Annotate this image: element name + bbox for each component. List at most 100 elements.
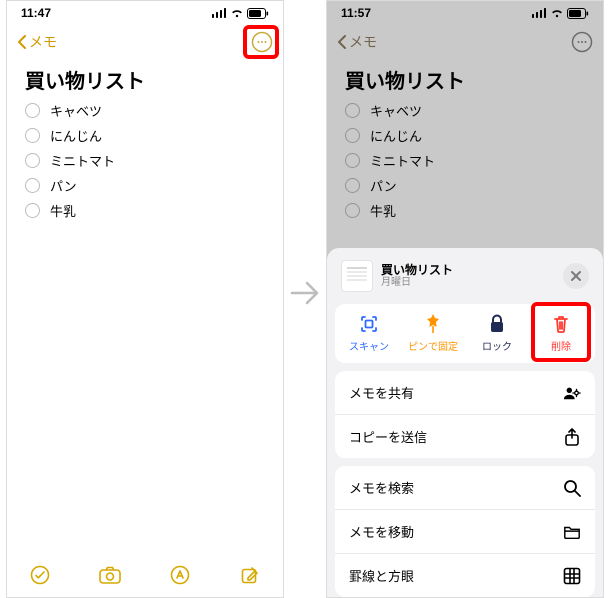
menu-label: メモを移動 [349, 522, 414, 541]
checkbox-empty-icon [345, 178, 360, 193]
note-title: 買い物リスト [7, 59, 283, 98]
scan-icon [359, 314, 379, 334]
phone-after: 11:57 メモ 買い物リスト キャベツ にんじん ミニトマト パン 牛乳 買い… [326, 0, 604, 598]
menu-label: 罫線と方眼 [349, 566, 414, 585]
close-icon [570, 270, 582, 282]
list-item[interactable]: ミニトマト [7, 148, 283, 173]
pin-action[interactable]: ピンで固定 [401, 310, 465, 357]
nav-bar: メモ [7, 25, 283, 59]
sheet-title: 買い物リスト [381, 263, 453, 277]
sheet-header: 買い物リスト 月曜日 [335, 256, 595, 296]
checkbox-empty-icon[interactable] [25, 178, 40, 193]
search-icon [563, 479, 581, 497]
menu-label: コピーを送信 [349, 427, 427, 446]
pin-icon [423, 314, 443, 334]
list-item: ミニトマト [327, 148, 603, 173]
checkbox-empty-icon[interactable] [25, 153, 40, 168]
more-button[interactable] [251, 31, 273, 53]
folder-icon [563, 523, 581, 541]
list-item-label: パン [50, 176, 77, 195]
status-bar: 11:47 [7, 1, 283, 25]
lock-action[interactable]: ロック [465, 310, 529, 357]
back-label: メモ [349, 32, 377, 52]
action-label: 削除 [551, 338, 571, 353]
list-item-label: 牛乳 [370, 201, 396, 220]
list-item-label: キャベツ [370, 101, 422, 120]
action-label: ピンで固定 [408, 338, 458, 353]
checkbox-empty-icon [345, 128, 360, 143]
cellular-icon [212, 8, 227, 18]
person-add-icon [563, 384, 581, 402]
find-in-note-item[interactable]: メモを検索 [335, 466, 595, 509]
list-item-label: にんじん [370, 126, 422, 145]
checkbox-empty-icon [345, 203, 360, 218]
scan-action[interactable]: スキャン [337, 310, 401, 357]
list-item-label: ミニトマト [50, 151, 115, 170]
list-item: パン [327, 173, 603, 198]
battery-icon [247, 8, 269, 19]
checkbox-empty-icon[interactable] [25, 103, 40, 118]
checkbox-empty-icon[interactable] [25, 128, 40, 143]
back-button[interactable]: メモ [17, 32, 57, 52]
list-item: にんじん [327, 123, 603, 148]
note-title: 買い物リスト [327, 59, 603, 98]
status-time: 11:57 [341, 6, 371, 20]
action-sheet: 買い物リスト 月曜日 スキャン ピンで固定 ロック 削除 [327, 248, 603, 597]
more-icon [571, 31, 593, 53]
battery-icon [567, 8, 589, 19]
list-item-label: ミニトマト [370, 151, 435, 170]
delete-action[interactable]: 削除 [529, 310, 593, 357]
status-icons [532, 8, 589, 19]
list-item-label: 牛乳 [50, 201, 76, 220]
note-thumbnail-icon [341, 260, 373, 292]
menu-group-main: メモを検索 メモを移動 罫線と方眼 [335, 466, 595, 597]
move-note-item[interactable]: メモを移動 [335, 509, 595, 553]
markup-button[interactable] [169, 564, 191, 586]
lock-icon [487, 314, 507, 334]
share-icon [563, 428, 581, 446]
bottom-toolbar [7, 553, 283, 597]
list-item[interactable]: にんじん [7, 123, 283, 148]
more-icon [251, 31, 273, 53]
action-label: ロック [482, 338, 512, 353]
list-item-label: パン [370, 176, 397, 195]
quick-actions: スキャン ピンで固定 ロック 削除 [335, 304, 595, 363]
chevron-left-icon [337, 35, 347, 49]
phone-before: 11:47 メモ 買い物リスト キャベツ にんじん ミ [6, 0, 284, 598]
status-icons [212, 8, 269, 19]
back-label: メモ [29, 32, 57, 52]
action-label: スキャン [349, 338, 389, 353]
menu-label: メモを検索 [349, 478, 414, 497]
list-item: 牛乳 [327, 198, 603, 223]
back-button: メモ [337, 32, 377, 52]
camera-button[interactable] [99, 564, 121, 586]
list-item[interactable]: 牛乳 [7, 198, 283, 223]
list-item-label: にんじん [50, 126, 102, 145]
checkbox-empty-icon[interactable] [25, 203, 40, 218]
chevron-left-icon [17, 35, 27, 49]
trash-icon [551, 314, 571, 334]
wifi-icon [550, 8, 564, 18]
status-time: 11:47 [21, 6, 51, 20]
list-item: キャベツ [327, 98, 603, 123]
menu-group-share: メモを共有 コピーを送信 [335, 371, 595, 458]
send-copy-item[interactable]: コピーを送信 [335, 414, 595, 458]
checklist-button[interactable] [29, 564, 51, 586]
status-bar: 11:57 [327, 1, 603, 25]
close-button[interactable] [563, 263, 589, 289]
list-item-label: キャベツ [50, 101, 102, 120]
share-note-item[interactable]: メモを共有 [335, 371, 595, 414]
more-button [571, 31, 593, 53]
list-item[interactable]: キャベツ [7, 98, 283, 123]
checkbox-empty-icon [345, 103, 360, 118]
nav-bar: メモ [327, 25, 603, 59]
checkbox-empty-icon [345, 153, 360, 168]
lines-grids-item[interactable]: 罫線と方眼 [335, 553, 595, 597]
compose-button[interactable] [239, 564, 261, 586]
menu-label: メモを共有 [349, 383, 414, 402]
grid-icon [563, 567, 581, 585]
arrow-right-icon [289, 276, 323, 310]
list-item[interactable]: パン [7, 173, 283, 198]
cellular-icon [532, 8, 547, 18]
wifi-icon [230, 8, 244, 18]
